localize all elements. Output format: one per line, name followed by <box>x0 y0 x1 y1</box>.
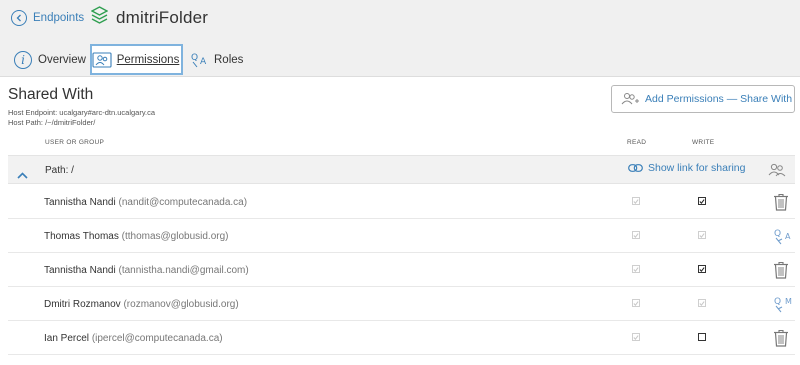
share-link-label: Show link for sharing <box>648 162 746 174</box>
permission-row: Ian Percel (ipercel@computecanada.ca) <box>8 321 795 355</box>
write-checkbox[interactable] <box>698 265 706 273</box>
read-checkbox <box>632 333 640 341</box>
page-title: dmitriFolder <box>116 8 209 27</box>
user-email: (nandit@computecanada.ca) <box>118 197 248 208</box>
show-link-for-sharing[interactable]: Show link for sharing <box>628 162 745 174</box>
read-checkbox <box>632 265 640 273</box>
back-to-endpoints-link[interactable]: Endpoints <box>11 8 84 28</box>
svg-text:A: A <box>785 232 791 241</box>
tab-roles-label: Roles <box>214 53 244 66</box>
path-group-row: Path: / Show link for sharing <box>8 155 795 184</box>
svg-text:Q: Q <box>774 229 781 239</box>
user-name: Thomas Thomas <box>44 231 119 242</box>
permission-row: Tannistha Nandi (tannistha.nandi@gmail.c… <box>8 253 795 287</box>
user-name: Tannistha Nandi <box>44 265 116 276</box>
user-email: (tthomas@globusid.org) <box>121 231 229 242</box>
write-checkbox[interactable] <box>698 333 706 341</box>
host-path-text: Host Path: /~/dmitriFolder/ <box>8 118 96 127</box>
section-title: Shared With <box>8 86 94 103</box>
svg-text:M: M <box>785 297 792 306</box>
user-name: Ian Percel <box>44 333 90 344</box>
add-users-icon <box>621 93 639 105</box>
svg-text:A: A <box>200 57 207 67</box>
permission-row: Dmitri Rozmanov (rozmanov@globusid.org) Q… <box>8 287 795 321</box>
write-checkbox <box>698 231 706 239</box>
trash-icon[interactable] <box>773 329 789 352</box>
tab-roles[interactable]: Q A Roles <box>190 44 243 75</box>
path-label: Path: / <box>45 165 74 176</box>
host-endpoint-text: Host Endpoint: ucalgary#arc-dtn.ucalgary… <box>8 108 156 117</box>
permissions-icon <box>92 51 112 68</box>
user-identity: Dmitri Rozmanov (rozmanov@globusid.org) <box>44 299 239 310</box>
layers-icon <box>90 6 109 30</box>
chevron-up-icon[interactable] <box>17 166 28 184</box>
user-email: (ipercel@computecanada.ca) <box>91 333 223 344</box>
user-identity: Thomas Thomas (tthomas@globusid.org) <box>44 231 229 242</box>
role-manager-icon[interactable]: QM <box>773 295 795 318</box>
user-identity: Tannistha Nandi (tannistha.nandi@gmail.c… <box>44 265 249 276</box>
tab-bar: i Overview Permissions Q A Roles <box>0 44 800 77</box>
user-email: (tannistha.nandi@gmail.com) <box>118 265 249 276</box>
trash-icon[interactable] <box>773 193 789 216</box>
chevron-left-icon <box>11 10 27 26</box>
tab-permissions[interactable]: Permissions <box>90 44 183 75</box>
tab-permissions-label: Permissions <box>116 53 180 66</box>
permission-row: Thomas Thomas (tthomas@globusid.org) Q A <box>8 219 795 253</box>
read-checkbox <box>632 197 640 205</box>
user-identity: Ian Percel (ipercel@computecanada.ca) <box>44 333 223 344</box>
user-identity: Tannistha Nandi (nandit@computecanada.ca… <box>44 197 247 208</box>
tab-overview-label: Overview <box>38 53 86 66</box>
trash-icon[interactable] <box>773 261 789 284</box>
info-icon: i <box>14 50 32 69</box>
permission-row: Tannistha Nandi (nandit@computecanada.ca… <box>8 185 795 219</box>
user-name: Dmitri Rozmanov <box>44 299 121 310</box>
column-header-write: WRITE <box>692 139 715 146</box>
add-permissions-label: Add Permissions — Share With <box>645 93 793 105</box>
read-checkbox <box>632 299 640 307</box>
svg-text:Q: Q <box>774 297 781 307</box>
endpoint-title: dmitriFolder <box>90 6 209 30</box>
back-link-label: Endpoints <box>33 12 85 24</box>
role-admin-icon[interactable]: QA <box>773 227 795 250</box>
user-email: (rozmanov@globusid.org) <box>123 299 239 310</box>
link-icon <box>628 164 643 172</box>
roles-icon: Q A <box>190 51 210 69</box>
write-checkbox <box>698 299 706 307</box>
write-checkbox[interactable] <box>698 197 706 205</box>
page-header: Endpoints dmitriFolder i Overview Permis… <box>0 0 800 77</box>
tab-overview[interactable]: i Overview <box>14 44 86 75</box>
svg-text:Q: Q <box>191 53 198 63</box>
read-checkbox <box>632 231 640 239</box>
add-permissions-button[interactable]: Add Permissions — Share With <box>611 85 795 113</box>
column-header-user: USER OR GROUP <box>45 139 105 146</box>
column-header-read: READ <box>627 139 647 146</box>
user-name: Tannistha Nandi <box>44 197 116 208</box>
group-share-icon[interactable] <box>768 162 786 183</box>
